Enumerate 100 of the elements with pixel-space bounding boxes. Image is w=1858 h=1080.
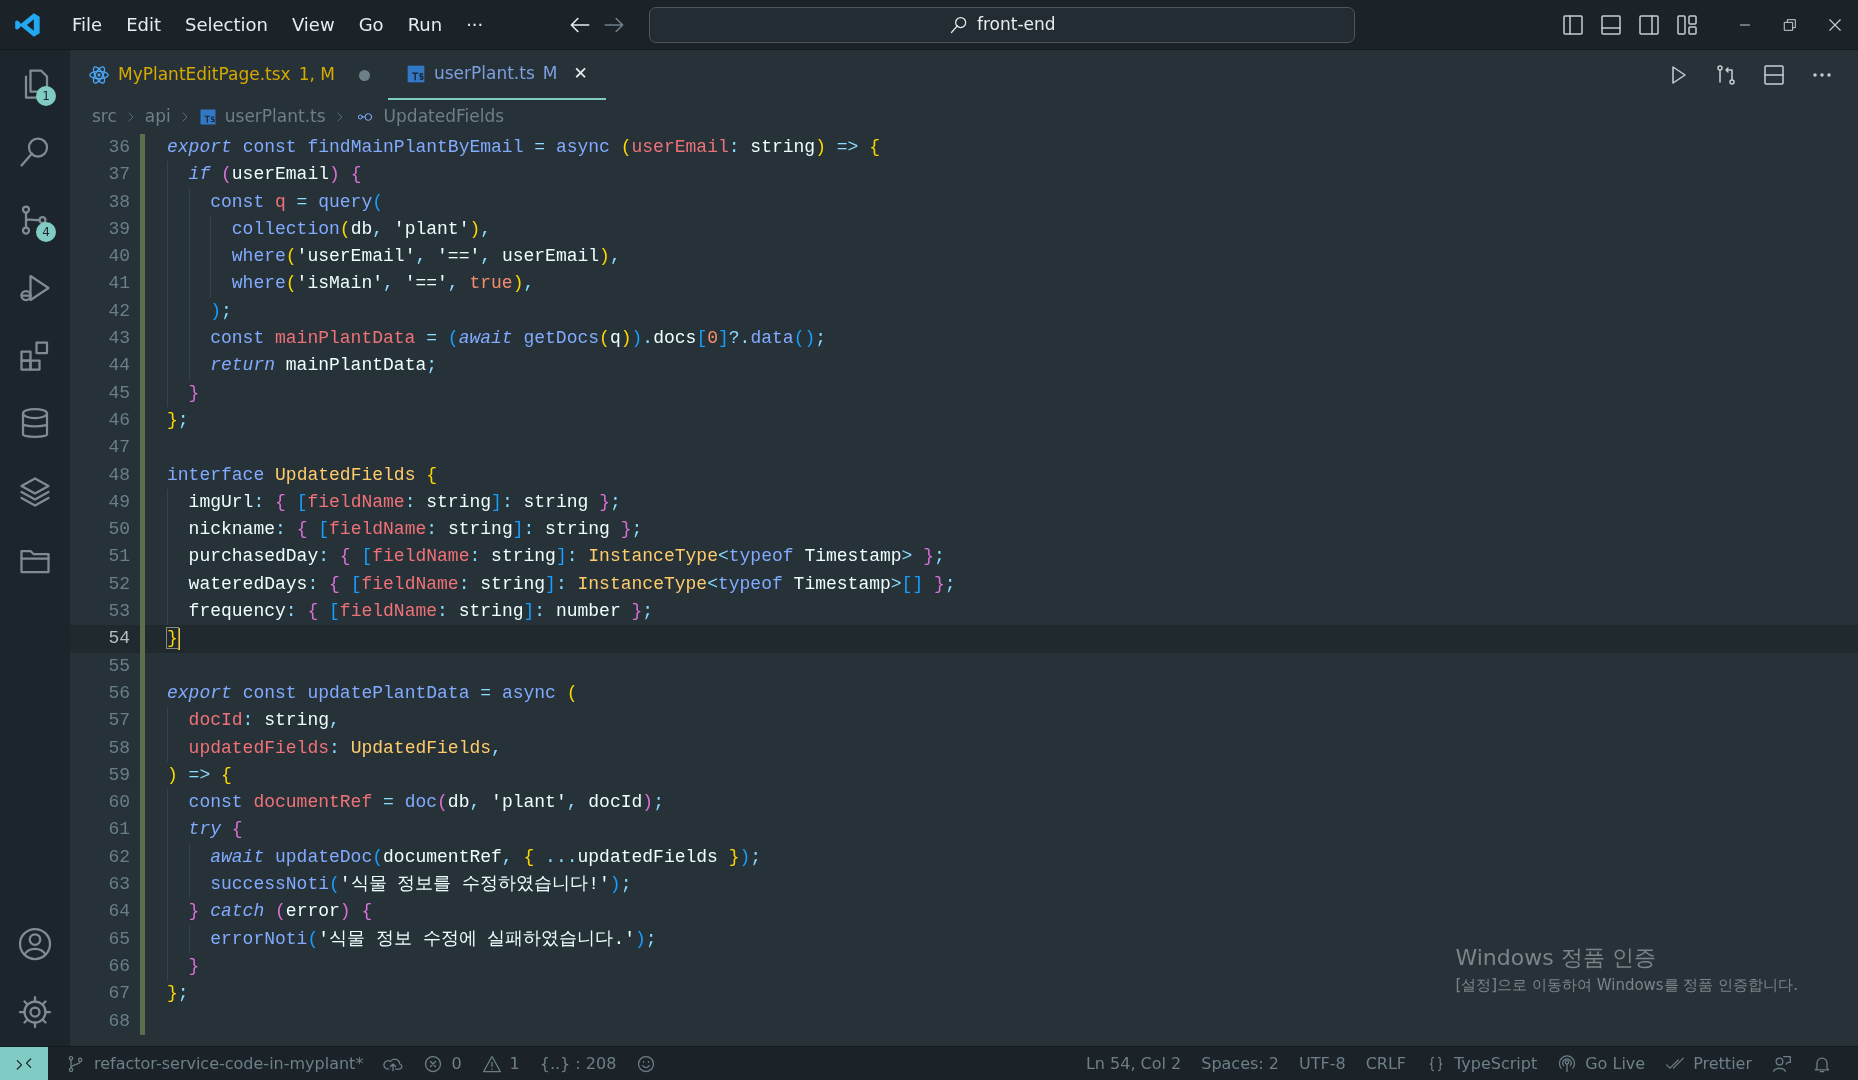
code-line: const mainPlantData = (await getDocs(q)).docs[0]?.data(); (210, 328, 827, 349)
line-number: 48 (107, 463, 130, 487)
breadcrumb-item[interactable]: userPlant.ts (198, 104, 326, 130)
compare-changes-icon[interactable] (1714, 63, 1738, 87)
code-line: ); (210, 300, 232, 321)
code-line: const documentRef = doc(db, 'plant', docId); (188, 792, 664, 813)
line-number: 60 (107, 791, 130, 815)
line-number: 68 (107, 1009, 130, 1033)
menu-item[interactable]: Run (399, 7, 451, 42)
status-item[interactable]: Go Live (1547, 1046, 1656, 1080)
count-badge: 1 (36, 86, 56, 106)
code-line: wateredDays: { [fieldName: string]: InstanceType<typeof Timestamp>[] }; (188, 573, 956, 594)
status-item[interactable]: refactor-service-code-in-myplant* (56, 1046, 374, 1080)
activity-bar-button[interactable]: 1 (0, 50, 70, 118)
restore-icon[interactable] (1782, 16, 1798, 33)
status-item[interactable]: Ln 54, Col 2 (1075, 1046, 1192, 1080)
feedback-icon (1772, 1053, 1792, 1074)
status-item[interactable]: Prettier (1655, 1046, 1762, 1080)
editor-tab[interactable]: userPlant.ts M ✕ (387, 50, 606, 100)
breadcrumb-item[interactable]: UpdatedFields (353, 104, 505, 130)
more-menu-button[interactable]: ··· (458, 7, 492, 42)
line-number: 67 (107, 982, 130, 1006)
code-line: const q = query( (210, 191, 384, 212)
line-number: 50 (107, 518, 130, 542)
code-line: interface UpdatedFields { (167, 464, 438, 485)
panel-toggle-icon[interactable] (1599, 12, 1623, 37)
status-item[interactable]: {..} : 208 (529, 1046, 627, 1080)
code-line: frequency: { [fieldName: string]: number }; (188, 601, 654, 622)
line-number: 51 (107, 545, 130, 569)
code-line: export const updatePlantData = async ( (167, 682, 578, 703)
breadcrumb-item[interactable]: api (144, 104, 171, 130)
tab-status: M (542, 62, 558, 86)
secondary-sidebar-icon[interactable] (1637, 12, 1661, 37)
line-number: 44 (107, 354, 130, 378)
editor-tab[interactable]: MyPlantEditPage.tsx 1, M (70, 50, 388, 100)
error-icon (423, 1053, 444, 1074)
line-number: 40 (107, 245, 130, 269)
sidebar-toggle-icon[interactable] (1561, 12, 1585, 37)
status-item[interactable]: CRLF (1355, 1046, 1417, 1080)
remote-button[interactable] (0, 1046, 48, 1080)
code-line: successNoti('식물 정보를 수정하였습니다!'); (210, 874, 632, 894)
breadcrumb-item[interactable]: src (92, 104, 117, 130)
search-text: front-end (977, 12, 1056, 36)
menu-item[interactable]: View (283, 7, 343, 42)
tab-title: userPlant.ts (433, 62, 535, 86)
menu-item[interactable]: File (64, 7, 111, 42)
line-number: 52 (107, 572, 130, 596)
code-line: purchasedDay: { [fieldName: string]: InstanceType<typeof Timestamp> }; (188, 546, 945, 567)
code-line: await updateDoc(documentRef, { ...updatedFields }); (210, 846, 762, 867)
code-line: errorNoti('식물 정보 수정에 실패하였습니다.'); (210, 928, 657, 949)
menu-item[interactable]: Go (350, 7, 392, 42)
line-number: 49 (107, 490, 130, 514)
code-line: try { (188, 819, 243, 840)
menu-item[interactable]: Selection (177, 7, 276, 42)
warning-icon (481, 1053, 502, 1074)
split-editor-icon[interactable] (1762, 63, 1786, 87)
code-line: export const findMainPlantByEmail = async (userEmail: string) => { (167, 137, 880, 157)
react-icon (88, 64, 110, 86)
line-number: 43 (107, 327, 130, 351)
code-line: } (188, 382, 200, 403)
breadcrumb-label: UpdatedFields (383, 105, 505, 129)
activation-message: [설정]으로 이동하여 Windows를 정품 인증합니다. (1455, 974, 1798, 996)
line-number: 36 (107, 136, 130, 159)
code-line: } (167, 628, 178, 649)
line-number: 59 (107, 763, 130, 787)
line-number: 64 (107, 900, 130, 924)
tab-title: MyPlantEditPage.tsx (118, 63, 291, 87)
line-number: 57 (107, 709, 130, 733)
status-item[interactable]: UTF-8 (1289, 1046, 1356, 1080)
line-number: 38 (107, 190, 130, 214)
count-badge: 4 (36, 222, 56, 242)
code-line: where('isMain', '==', true), (231, 273, 535, 294)
code-line: collection(db, 'plant'), (231, 218, 492, 239)
line-number: 42 (107, 299, 130, 323)
line-number: 53 (107, 600, 130, 624)
menu-item[interactable]: Edit (118, 7, 169, 42)
activity-bar-button[interactable]: 4 (0, 186, 70, 254)
line-number: 56 (107, 681, 130, 705)
line-number: 55 (107, 654, 130, 678)
line-number: 63 (107, 873, 130, 896)
typescript-file-icon (405, 64, 426, 84)
search-field[interactable]: front-end (649, 6, 1356, 43)
line-number: 66 (107, 954, 130, 978)
close-tab-button[interactable]: ✕ (573, 61, 588, 87)
search-icon (949, 14, 969, 35)
layout-icon[interactable] (1675, 12, 1699, 37)
line-number: 37 (107, 163, 130, 187)
unsaved-dot-icon (358, 69, 370, 81)
line-number: 45 (107, 381, 130, 405)
line-number: 61 (107, 818, 130, 842)
status-item[interactable]: TypeScript (1416, 1046, 1548, 1080)
status-item[interactable]: Spaces: 2 (1191, 1046, 1289, 1080)
status-item[interactable]: 1 (471, 1046, 530, 1080)
status-item[interactable]: 0 (413, 1046, 472, 1080)
line-number: 54 (107, 627, 130, 651)
line-number: 46 (107, 408, 130, 432)
code-line: docId: string, (188, 710, 340, 731)
code-line: nickname: { [fieldName: string]: string }; (188, 519, 643, 540)
breadcrumb-label: userPlant.ts (224, 105, 326, 129)
activation-title: Windows 정품 인증 (1455, 943, 1657, 972)
